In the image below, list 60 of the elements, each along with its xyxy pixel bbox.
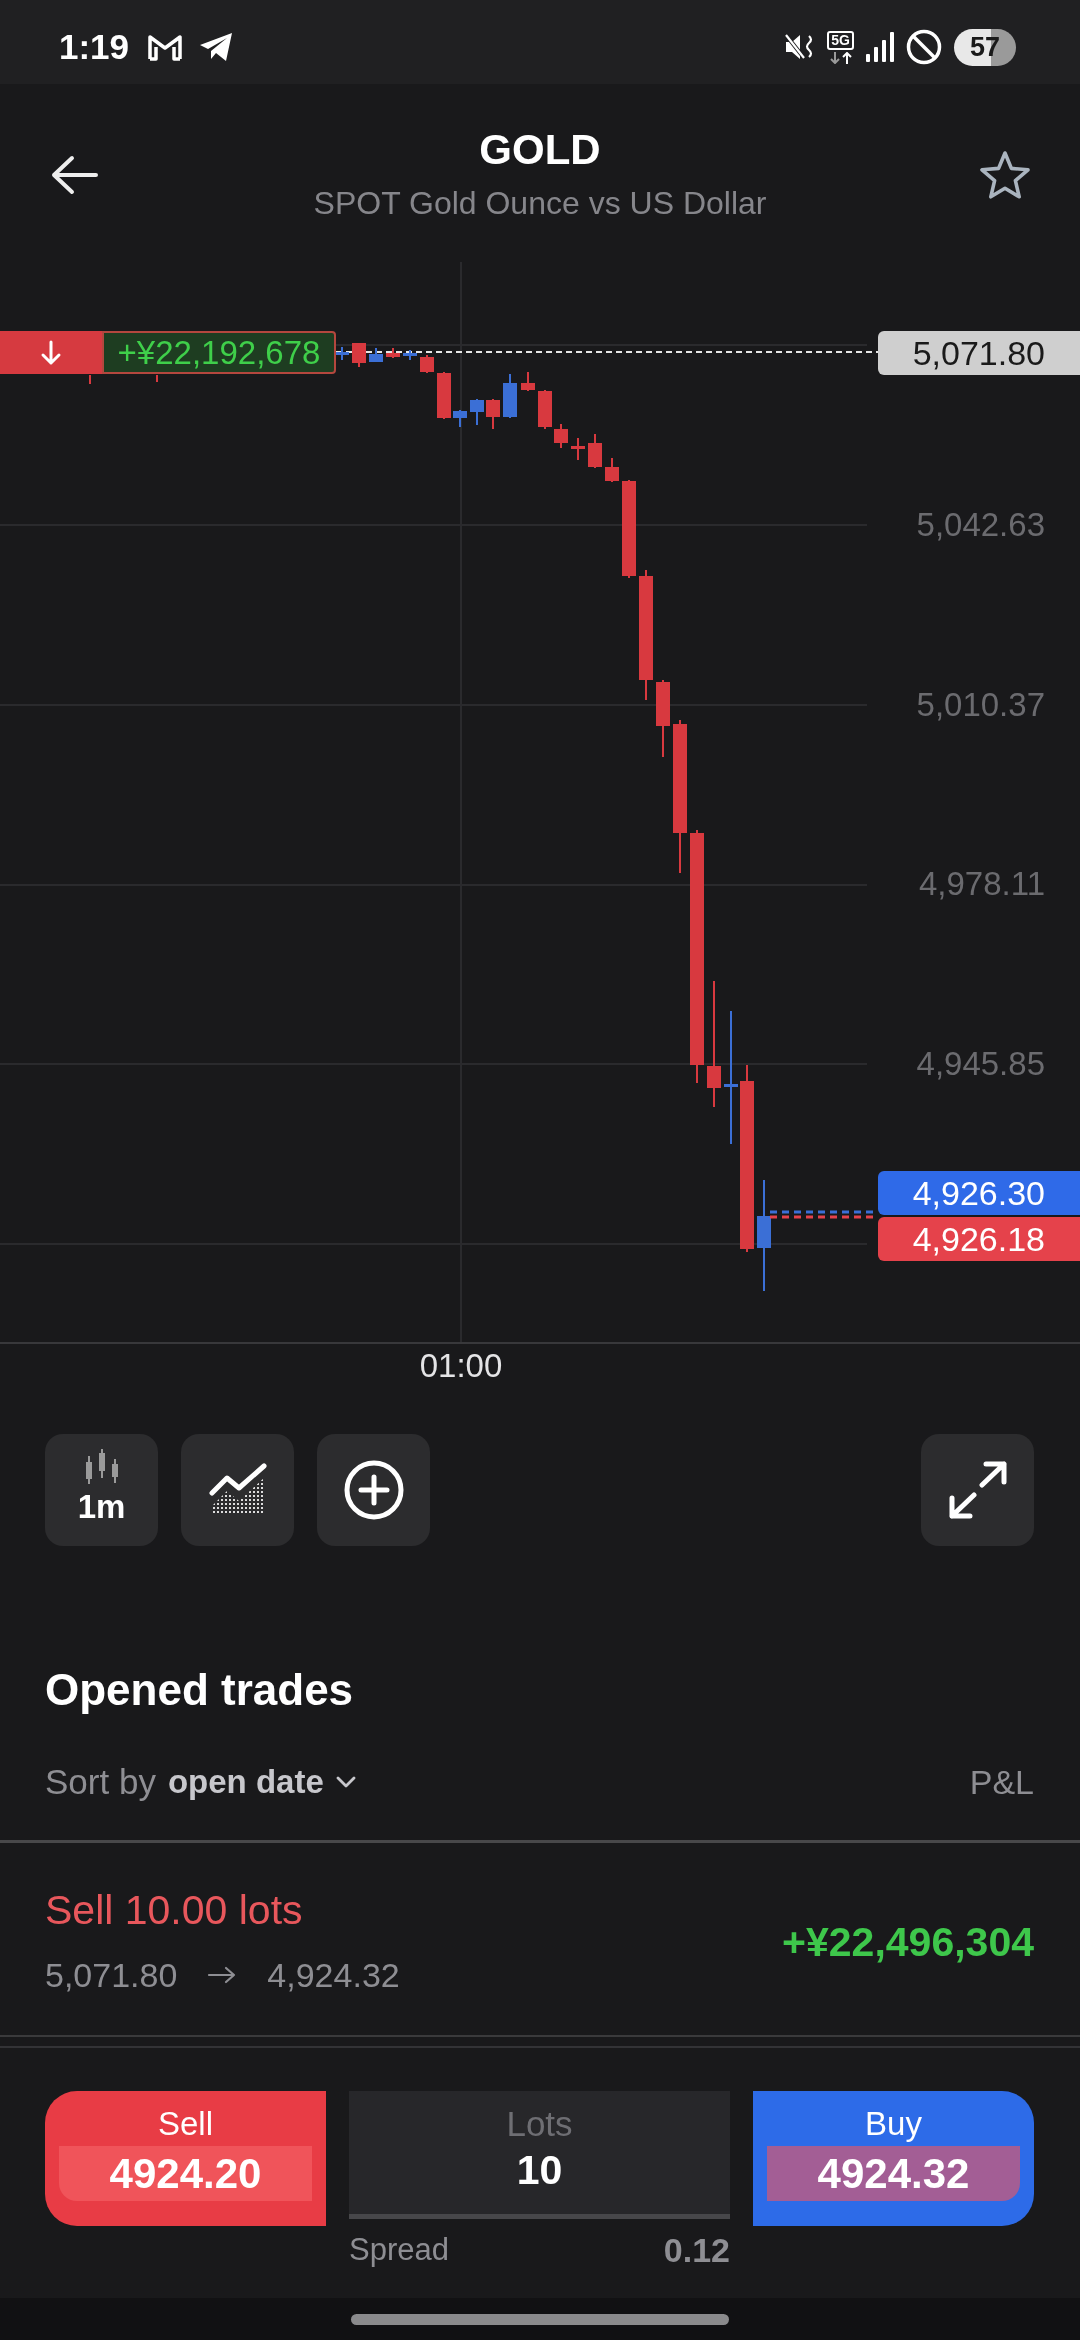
candle (588, 433, 602, 469)
paper-plane-icon (199, 32, 235, 62)
open-price: 5,071.80 (45, 1955, 178, 1995)
candle (538, 389, 552, 430)
candle (420, 354, 434, 374)
chevron-down-icon (335, 1776, 356, 1788)
network-type-label: 5G (827, 30, 854, 50)
arrow-down-icon (0, 331, 102, 374)
data-arrows-icon (827, 51, 854, 64)
spread-value: 0.12 (663, 2233, 730, 2267)
current-price: 4,924.32 (267, 1955, 400, 1995)
do-not-disturb-icon (906, 29, 942, 65)
sort-dropdown[interactable]: open date (167, 1762, 356, 1802)
candle (352, 342, 366, 368)
trade-side-label: Sell 10.00 lots (45, 1888, 303, 1932)
price-axis-label: 4,945.85 (916, 1044, 1045, 1085)
buy-button[interactable]: Buy 4924.32 (753, 2091, 1034, 2226)
candlestick-icon (83, 1449, 120, 1487)
ask-price-tag: 4,926.30 (878, 1171, 1080, 1215)
plus-circle-icon (343, 1460, 404, 1520)
battery-indicator: 57 (954, 28, 1016, 66)
mail-icon (147, 33, 184, 61)
candle (571, 437, 585, 461)
sell-button[interactable]: Sell 4924.20 (45, 2091, 326, 2226)
candle (486, 398, 500, 430)
lots-field[interactable]: Lots 10 (349, 2091, 730, 2219)
candle (437, 371, 451, 420)
instrument-subtitle: SPOT Gold Ounce vs US Dollar (313, 185, 767, 221)
candle (470, 398, 484, 426)
status-time: 1:19 (59, 27, 130, 67)
time-axis-label: 01:00 (418, 1346, 504, 1386)
price-axis-label: 5,010.37 (916, 684, 1045, 725)
price-axis-label: 4,978.11 (919, 864, 1045, 905)
candle (605, 457, 619, 483)
sort-label: Sort by (45, 1762, 156, 1802)
section-title: Opened trades (45, 1664, 354, 1716)
arrow-right-icon (207, 1965, 238, 1985)
candle (403, 349, 417, 361)
position-pnl-tag: +¥22,192,678 (102, 331, 336, 374)
expand-icon (947, 1461, 1008, 1519)
chart-type-button[interactable] (181, 1434, 294, 1546)
spread-label: Spread (349, 2233, 449, 2267)
trade-pnl: +¥22,496,304 (782, 1917, 1034, 1966)
candle (386, 347, 400, 359)
bid-price-tag: 4,926.18 (878, 1217, 1080, 1261)
arrow-left-icon[interactable] (50, 155, 98, 195)
instrument-title: GOLD (479, 126, 601, 174)
candle (453, 409, 467, 428)
timeframe-button[interactable]: 1m (45, 1434, 158, 1546)
candle (503, 373, 517, 419)
price-axis-label: 5,042.63 (916, 505, 1045, 545)
candle (554, 423, 568, 449)
fullscreen-button[interactable] (921, 1434, 1034, 1546)
signal-icon (866, 32, 894, 62)
add-indicator-button[interactable] (317, 1434, 430, 1546)
candle (521, 371, 535, 392)
candle (369, 347, 383, 363)
open-price-tag: 5,071.80 (878, 331, 1080, 375)
pnl-column-header: P&L (969, 1762, 1034, 1802)
star-icon[interactable] (979, 150, 1031, 200)
